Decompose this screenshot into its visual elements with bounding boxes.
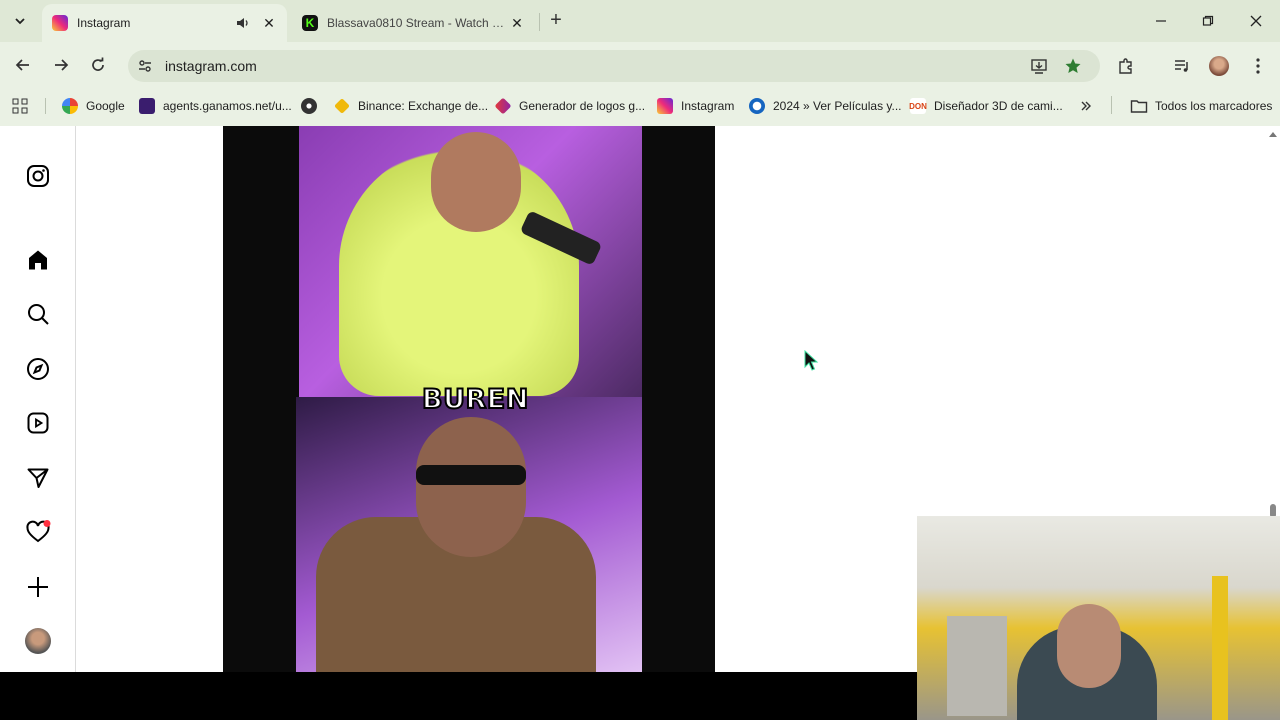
reels-icon[interactable]: [24, 409, 52, 437]
apps-icon[interactable]: [12, 96, 28, 116]
close-tab-icon[interactable]: ✕: [261, 15, 277, 31]
instagram-favicon-icon: [52, 15, 68, 31]
don-icon: DON: [909, 98, 927, 114]
reel-top-frame: [299, 126, 642, 397]
close-tab-icon[interactable]: ✕: [509, 15, 525, 31]
kick-favicon-icon: K: [302, 15, 318, 31]
home-icon[interactable]: [24, 246, 52, 274]
forward-button[interactable]: [50, 54, 72, 76]
globe-icon: [301, 98, 317, 114]
reel-caption: BUREN: [421, 383, 529, 416]
minimize-button[interactable]: [1152, 12, 1170, 30]
tab-title: Instagram: [77, 16, 131, 30]
bookmark-logo-generator[interactable]: Generador de logos g...: [494, 96, 645, 116]
mouse-cursor-icon: [804, 349, 820, 372]
reload-button[interactable]: [87, 54, 109, 76]
bookmark-star-icon[interactable]: [1063, 56, 1083, 76]
reel-bottom-frame: [296, 397, 642, 672]
extensions-icon[interactable]: [1116, 56, 1136, 76]
reel-video[interactable]: BUREN: [223, 126, 715, 672]
media-controls-icon[interactable]: [1172, 56, 1192, 76]
tab-title: Blassava0810 Stream - Watch Live: [327, 16, 509, 30]
bookmark-globe[interactable]: [301, 96, 325, 116]
explore-compass-icon[interactable]: [24, 355, 52, 383]
bookmark-peliculas[interactable]: 2024 » Ver Películas y...: [749, 96, 902, 116]
tab-strip: Instagram ✕ K Blassava0810 Stream - Watc…: [0, 0, 1280, 42]
menu-icon[interactable]: [1248, 56, 1268, 76]
tab-stream[interactable]: K Blassava0810 Stream - Watch Live ✕: [292, 4, 535, 42]
scroll-up-icon[interactable]: [1266, 128, 1280, 142]
address-bar[interactable]: instagram.com: [128, 50, 1100, 82]
profile-avatar[interactable]: [1209, 56, 1229, 76]
profile-avatar[interactable]: [24, 627, 52, 655]
url-text[interactable]: instagram.com: [165, 58, 257, 74]
bookmark-ganamos[interactable]: agents.ganamos.net/u...: [139, 96, 292, 116]
webcam-overlay: [917, 516, 1280, 720]
install-app-icon[interactable]: [1029, 56, 1049, 76]
bookmarks-separator: [1111, 96, 1112, 114]
more-bookmarks-icon[interactable]: [1080, 96, 1092, 116]
bookmark-binance[interactable]: Binance: Exchange de...: [334, 96, 488, 116]
notifications-heart-icon[interactable]: [24, 518, 52, 546]
reload-icon: [92, 57, 104, 71]
bookmark-google[interactable]: Google: [62, 96, 125, 116]
bookmark-instagram[interactable]: Instagram: [657, 96, 734, 116]
site-info-icon[interactable]: [137, 58, 153, 79]
create-plus-icon[interactable]: [24, 573, 52, 601]
instagram-icon: [657, 98, 673, 114]
webcam-person-head: [1057, 604, 1121, 688]
arrow-left-icon: [15, 59, 29, 71]
speaker-icon[interactable]: [235, 15, 251, 31]
chevron-down-icon: [15, 18, 25, 25]
folder-icon: [1130, 100, 1148, 113]
bookmarks-bar: Google agents.ganamos.net/u... Binance: …: [0, 92, 1280, 118]
browser-chrome: Instagram ✕ K Blassava0810 Stream - Watc…: [0, 0, 1280, 126]
instagram-logo-icon[interactable]: [24, 162, 52, 190]
google-icon: [62, 98, 78, 114]
person-head: [416, 417, 526, 557]
sunglasses: [416, 465, 526, 485]
close-window-button[interactable]: [1247, 12, 1265, 30]
logo-generator-icon: [494, 97, 512, 115]
all-bookmarks-folder[interactable]: Todos los marcadores: [1130, 96, 1272, 116]
bookmarks-separator: [45, 98, 46, 114]
bookmark-3d-designer[interactable]: DON Diseñador 3D de cami...: [909, 96, 1063, 116]
movies-icon: [749, 98, 765, 114]
webcam-fridge: [947, 616, 1007, 716]
new-tab-button[interactable]: +: [546, 10, 566, 31]
webcam-yellow-pole: [1212, 576, 1228, 720]
tab-instagram[interactable]: Instagram ✕: [42, 4, 287, 42]
tab-separator: [539, 13, 540, 31]
tab-search-button[interactable]: [8, 9, 32, 33]
instagram-sidebar: [0, 126, 76, 672]
restore-button[interactable]: [1199, 12, 1217, 30]
person-head: [431, 132, 521, 232]
search-icon[interactable]: [24, 300, 52, 328]
arrow-right-icon: [55, 59, 69, 71]
binance-icon: [334, 98, 350, 114]
back-button[interactable]: [12, 54, 34, 76]
messages-icon[interactable]: [24, 464, 52, 492]
ganamos-icon: [139, 98, 155, 114]
